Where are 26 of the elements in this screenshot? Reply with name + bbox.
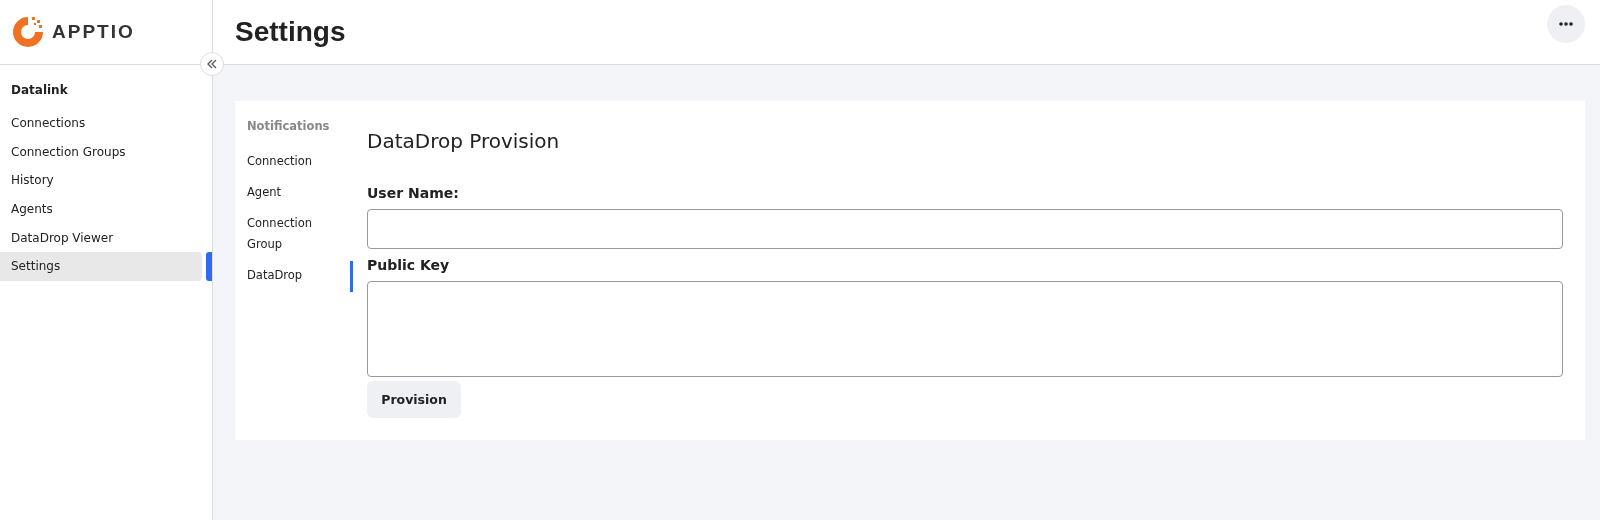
input-field[interactable] [367, 209, 1563, 249]
sidebar-item[interactable]: DataDrop Viewer [0, 223, 208, 252]
selection-indicator [206, 251, 212, 281]
settings-nav-item[interactable]: Connection Group [247, 209, 353, 261]
sidebar-item[interactable]: History [0, 166, 208, 195]
settings-nav-heading: Notifications [247, 119, 331, 135]
form-title: DataDrop Provision [367, 129, 561, 153]
more-button[interactable] [1547, 5, 1585, 43]
sidebar-item[interactable]: Connections [0, 109, 208, 138]
provision-button[interactable]: Provision [367, 381, 461, 418]
field-label: User Name: [367, 185, 460, 201]
settings-nav-item[interactable]: DataDrop [247, 261, 353, 292]
field-label: Public Key [367, 257, 451, 273]
sidebar-item[interactable]: Agents [0, 194, 208, 224]
sidebar-item[interactable]: Connection Groups [0, 137, 208, 167]
sidebar-section-title: Datalink [10, 82, 69, 99]
double-chevron-left-icon [207, 59, 217, 69]
more-icon [1559, 22, 1573, 26]
text-area[interactable] [367, 281, 1563, 377]
settings-nav-item[interactable]: Agent [247, 178, 353, 209]
collapse-button[interactable] [200, 52, 224, 76]
logo-ring-icon [10, 14, 46, 50]
sidebar-item[interactable]: Settings [0, 251, 202, 281]
settings-nav-item[interactable]: Connection [247, 147, 353, 178]
logo-wordmark: APPTIO [52, 21, 135, 43]
page-title: Settings [235, 16, 346, 48]
